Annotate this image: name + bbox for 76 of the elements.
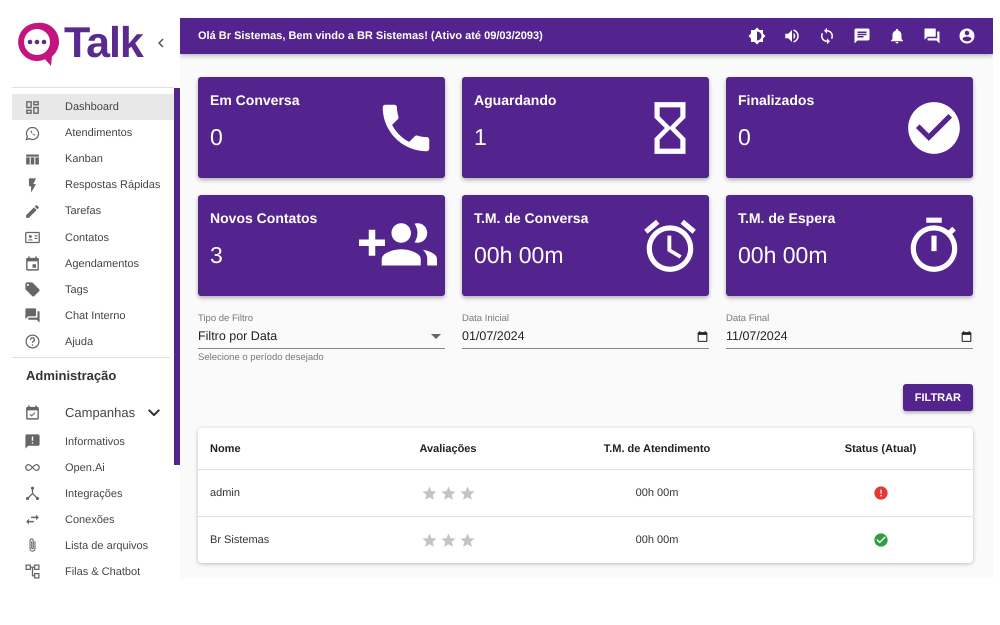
- sidebar-item[interactable]: Open.Ai: [12, 454, 174, 481]
- sidebar-item[interactable]: Informativos: [12, 428, 174, 455]
- sidebar-item[interactable]: Agendamentos: [12, 250, 174, 277]
- star-icon: [440, 484, 456, 502]
- sidebar-item[interactable]: Respostas Rápidas: [12, 172, 174, 198]
- card-title: Aguardando: [474, 92, 556, 108]
- logo-text: Talk: [64, 19, 143, 68]
- field-label: Data Inicial: [462, 313, 510, 324]
- help-icon: [24, 333, 41, 350]
- caret-icon: [431, 334, 441, 338]
- card-value: 1: [474, 124, 488, 151]
- bell-icon[interactable]: [888, 27, 906, 45]
- section-heading: Administração: [25, 366, 118, 385]
- column-header: Avaliações: [419, 442, 477, 454]
- pencil-icon: [24, 202, 41, 220]
- helper-text: Selecione o período desejado: [198, 352, 325, 363]
- column-header: Status (Atual): [844, 442, 916, 454]
- hub-icon: [24, 485, 41, 502]
- sidebar-item[interactable]: Integrações: [12, 480, 174, 507]
- table-cell-text: Br Sistemas: [209, 534, 270, 546]
- card-value: 00h 00m: [738, 242, 829, 269]
- star-icon: [458, 484, 476, 502]
- sidebar-item[interactable]: Tags: [12, 276, 174, 303]
- filter-type-select[interactable]: Filtro por Data: [198, 324, 445, 349]
- scrollbar-thumb[interactable]: [174, 88, 180, 465]
- card-value: 3: [210, 242, 224, 269]
- table-cell-text: admin: [209, 487, 240, 499]
- tag-icon: [24, 281, 41, 298]
- dashboard-icon: [24, 98, 41, 116]
- date-field[interactable]: 11/07/2024: [726, 324, 973, 349]
- card-value: 0: [738, 124, 752, 151]
- card-title: Finalizados: [738, 92, 814, 108]
- column-header: Nome: [209, 442, 241, 454]
- card-title: Novos Contatos: [210, 210, 318, 226]
- star-icon: [420, 532, 438, 548]
- star-icon: [440, 532, 456, 548]
- sidebar-item[interactable]: Atendimentos: [12, 120, 174, 146]
- chat-phone-icon: [24, 124, 41, 142]
- card-title: Em Conversa: [210, 92, 300, 108]
- calendar-icon: [696, 330, 709, 342]
- alert-message-icon: [24, 433, 41, 450]
- column-header: T.M. de Atendimento: [604, 442, 710, 454]
- calendar-check-icon: [24, 404, 41, 422]
- tree-icon: [24, 563, 41, 580]
- table-cell: 00h 00m: [636, 487, 678, 499]
- chat-icon[interactable]: [853, 27, 871, 45]
- brightness-icon[interactable]: [748, 27, 766, 45]
- card-title: T.M. de Conversa: [474, 210, 588, 226]
- star-icon: [458, 532, 476, 548]
- sidebar-group[interactable]: Campanhas: [12, 396, 174, 429]
- account-icon[interactable]: [958, 27, 976, 45]
- volume-icon[interactable]: [783, 27, 801, 45]
- card-title: T.M. de Espera: [738, 210, 836, 226]
- welcome-text: Olá Br Sistemas, Bem vindo a BR Sistemas! (Ativo até 09/03/2093): [198, 30, 544, 42]
- date-field[interactable]: 01/07/2024: [462, 324, 709, 349]
- chat-bubbles-icon: [24, 307, 41, 324]
- calendar-icon: [960, 330, 973, 342]
- sidebar-item[interactable]: Contatos: [12, 224, 174, 251]
- chat-bubbles-icon[interactable]: [923, 27, 941, 45]
- card-value: 0: [210, 124, 224, 151]
- sidebar-item[interactable]: Kanban: [12, 146, 174, 172]
- sync-icon[interactable]: [818, 27, 836, 45]
- field-label: Data Final: [726, 313, 770, 324]
- field-label: Tipo de Filtro: [198, 313, 254, 324]
- filter-button[interactable]: FILTRAR: [902, 384, 973, 411]
- sidebar-item[interactable]: Dashboard: [12, 94, 174, 120]
- card-value: 00h 00m: [474, 242, 565, 269]
- sidebar-item[interactable]: Tarefas: [12, 198, 174, 224]
- table-cell: 00h 00m: [636, 534, 678, 546]
- sidebar-item[interactable]: Filas & Chatbot: [12, 558, 174, 585]
- calendar-icon: [24, 255, 41, 272]
- sidebar-item[interactable]: Lista de arquivos: [12, 532, 174, 559]
- star-icon: [420, 484, 438, 502]
- sidebar-item[interactable]: Chat Interno: [12, 302, 174, 329]
- sidebar-item[interactable]: Ajuda: [12, 328, 174, 355]
- sidebar-item[interactable]: Conexões: [12, 506, 174, 533]
